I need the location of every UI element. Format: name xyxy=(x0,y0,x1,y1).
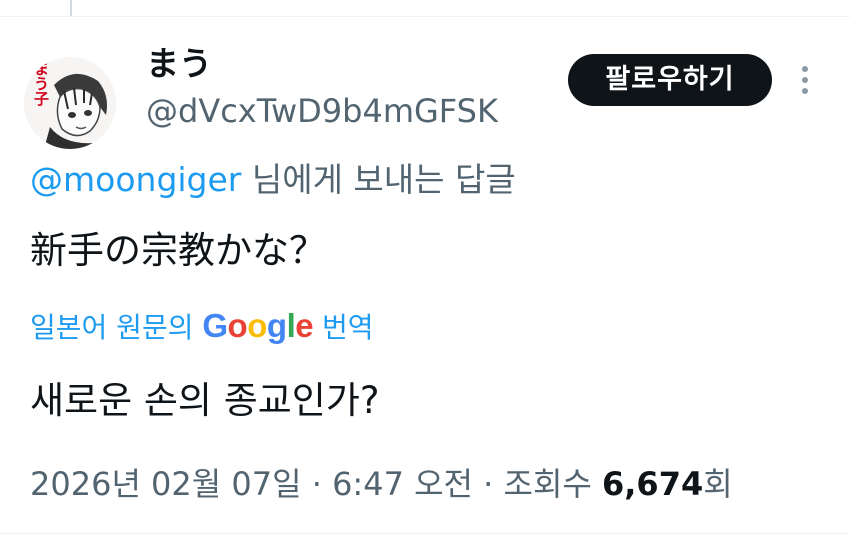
tweet-time[interactable]: 6:47 오전 xyxy=(332,465,473,503)
views-label: 조회수 xyxy=(503,465,602,503)
tweet-metadata: 2026년 02월 07일 · 6:47 오전 · 조회수 6,674회 xyxy=(30,462,733,506)
translation-prefix: 일본어 원문의 xyxy=(30,311,203,344)
author-handle[interactable]: @dVcxTwD9b4mGFSK xyxy=(146,91,498,131)
reply-mention-link[interactable]: @moongiger xyxy=(30,160,241,199)
meta-separator: · xyxy=(472,465,504,503)
meta-separator: · xyxy=(301,465,333,503)
translation-suffix: 번역 xyxy=(313,311,374,344)
tweet-text: 新手の宗教かな？ xyxy=(30,229,326,272)
follow-button[interactable]: 팔로우하기 xyxy=(568,54,772,106)
top-divider xyxy=(0,16,850,17)
tweet-date[interactable]: 2026년 02월 07일 xyxy=(30,465,302,503)
views-suffix: 회 xyxy=(703,465,733,503)
reply-context: @moongiger 님에게 보내는 답글 xyxy=(30,158,516,202)
avatar-text: まう子 xyxy=(32,61,50,106)
views-count: 6,674 xyxy=(602,465,704,503)
reply-suffix: 님에게 보내는 답글 xyxy=(241,160,516,199)
bottom-divider xyxy=(0,533,850,534)
translated-tweet-text: 새로운 손의 종교인가? xyxy=(30,379,380,422)
thread-connector-line xyxy=(70,0,72,16)
avatar[interactable]: まう子 xyxy=(24,57,116,149)
more-vertical-icon[interactable] xyxy=(790,60,820,100)
google-logo: Google xyxy=(202,307,314,344)
translation-attribution[interactable]: 일본어 원문의 Google 번역 xyxy=(30,304,374,350)
author-display-name[interactable]: まう xyxy=(146,44,212,84)
